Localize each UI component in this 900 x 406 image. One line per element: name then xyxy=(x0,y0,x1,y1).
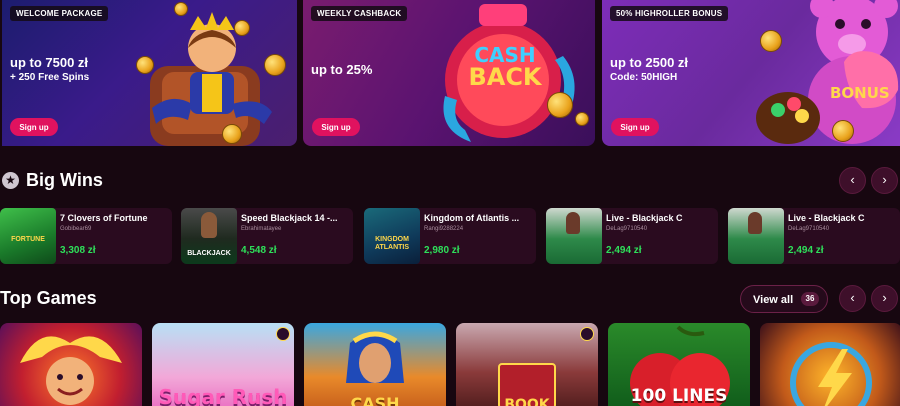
game-title: BOOK xyxy=(504,397,550,406)
thumbnail-text: FORTUNE xyxy=(11,236,45,243)
big-wins-next-button[interactable]: › xyxy=(871,167,898,194)
dealer-figure xyxy=(201,212,217,238)
dealer-figure xyxy=(748,212,762,234)
signup-button[interactable]: Sign up xyxy=(312,118,360,136)
game-tile-lightning[interactable] xyxy=(760,323,900,406)
cashback-art-text: CASH BACK xyxy=(455,44,555,91)
signup-button[interactable]: Sign up xyxy=(611,118,659,136)
win-amount: 2,980 zł xyxy=(424,245,460,256)
win-card[interactable]: Live - Blackjack C DeLag9710540 2,494 zł xyxy=(728,208,900,264)
game-thumbnail: BLACKJACK xyxy=(181,208,237,264)
promo-amount: up to 25% xyxy=(311,62,373,77)
promo-tag: WEEKLY CASHBACK xyxy=(311,6,408,21)
bonus-art-text: BONUS xyxy=(830,84,890,102)
win-card[interactable]: BLACKJACK Speed Blackjack 14 -... Ebrahi… xyxy=(181,208,353,264)
game-tile-book[interactable]: BOOK xyxy=(456,323,598,406)
big-wins-prev-button[interactable]: ‹ xyxy=(839,167,866,194)
win-game-name: Live - Blackjack C xyxy=(606,213,683,223)
coin-icon xyxy=(760,30,782,52)
top-games-prev-button[interactable]: ‹ xyxy=(839,285,866,312)
promo-subtitle: Code: 50HIGH xyxy=(610,72,678,83)
provider-badge-icon xyxy=(580,327,594,341)
win-username: DeLag9710540 xyxy=(606,226,648,232)
coin-icon xyxy=(234,20,250,36)
win-username: Gobibear69 xyxy=(60,226,92,232)
casino-page: WELCOME PACKAGE up to 7500 zł + 250 Free… xyxy=(0,0,900,406)
view-all-button[interactable]: View all 36 xyxy=(740,285,828,313)
promo-banners: WELCOME PACKAGE up to 7500 zł + 250 Free… xyxy=(0,0,900,146)
win-card[interactable]: KINGDOM ATLANTIS Kingdom of Atlantis ...… xyxy=(364,208,536,264)
big-wins-title: Big Wins xyxy=(26,170,103,190)
promo-amount: up to 7500 zł xyxy=(10,55,89,70)
coin-icon xyxy=(832,120,854,142)
coin-icon xyxy=(136,56,154,74)
win-amount: 4,548 zł xyxy=(241,245,277,256)
promo-tag: 50% HIGHROLLER BONUS xyxy=(610,6,729,21)
promo-subtitle: + 250 Free Spins xyxy=(10,72,90,83)
game-thumbnail xyxy=(728,208,784,264)
win-amount: 3,308 zł xyxy=(60,245,96,256)
win-username: Rangi9288224 xyxy=(424,226,464,232)
coin-icon xyxy=(575,112,589,126)
win-amount: 2,494 zł xyxy=(788,245,824,256)
signup-button[interactable]: Sign up xyxy=(10,118,58,136)
coin-icon xyxy=(547,92,573,118)
promo-highroller-bonus[interactable]: BONUS 50% HIGHROLLER BONUS up to 2500 zł… xyxy=(602,0,900,146)
top-games-title: Top Games xyxy=(0,288,97,308)
promo-amount: up to 2500 zł xyxy=(610,55,689,70)
game-thumbnail: KINGDOM ATLANTIS xyxy=(364,208,420,264)
star-icon: ★ xyxy=(2,172,19,189)
win-game-name: Live - Blackjack C xyxy=(788,213,865,223)
win-card[interactable]: FORTUNE 7 Clovers of Fortune Gobibear69 … xyxy=(0,208,172,264)
promo-welcome-package[interactable]: WELCOME PACKAGE up to 7500 zł + 250 Free… xyxy=(2,0,297,146)
games-count-badge: 36 xyxy=(801,292,819,306)
top-games-next-button[interactable]: › xyxy=(871,285,898,312)
game-thumbnail xyxy=(546,208,602,264)
thumbnail-text: KINGDOM ATLANTIS xyxy=(374,236,410,251)
coin-icon xyxy=(222,124,242,144)
promo-weekly-cashback[interactable]: CASH BACK WEEKLY CASHBACK up to 25% Sign… xyxy=(303,0,595,146)
game-thumbnail: FORTUNE xyxy=(0,208,56,264)
coin-icon xyxy=(174,2,188,16)
game-title: 100 LINES xyxy=(630,386,728,406)
game-title: Sugar Rush xyxy=(158,385,288,406)
game-tile-cash[interactable]: CASH xyxy=(304,323,446,406)
win-game-name: Speed Blackjack 14 -... xyxy=(241,213,338,223)
game-title: CASH xyxy=(350,394,400,406)
dealer-figure xyxy=(566,212,580,234)
win-card[interactable]: Live - Blackjack C DeLag9710540 2,494 zł xyxy=(546,208,718,264)
back-text: BACK xyxy=(468,63,542,91)
bear-illustration: BONUS xyxy=(752,0,900,146)
joker-illustration xyxy=(20,336,122,405)
game-tile-sugar-rush[interactable]: Sugar Rush xyxy=(152,323,294,406)
win-amount: 2,494 zł xyxy=(606,245,642,256)
win-game-name: 7 Clovers of Fortune xyxy=(60,213,148,223)
win-game-name: Kingdom of Atlantis ... xyxy=(424,213,520,223)
win-username: DeLag9710540 xyxy=(788,226,830,232)
view-all-label: View all xyxy=(753,294,794,306)
game-tile-joker[interactable] xyxy=(0,323,142,406)
win-username: Ebrahimatayee xyxy=(241,226,282,232)
game-tile-100-lines[interactable]: 100 LINES xyxy=(608,323,750,406)
king-illustration xyxy=(132,8,292,146)
thumbnail-text: BLACKJACK xyxy=(187,250,231,257)
cashback-jar-illustration: CASH BACK xyxy=(431,0,591,146)
provider-badge-icon xyxy=(276,327,290,341)
lightning-icon xyxy=(790,342,872,406)
promo-tag: WELCOME PACKAGE xyxy=(10,6,109,21)
coin-icon xyxy=(264,54,286,76)
